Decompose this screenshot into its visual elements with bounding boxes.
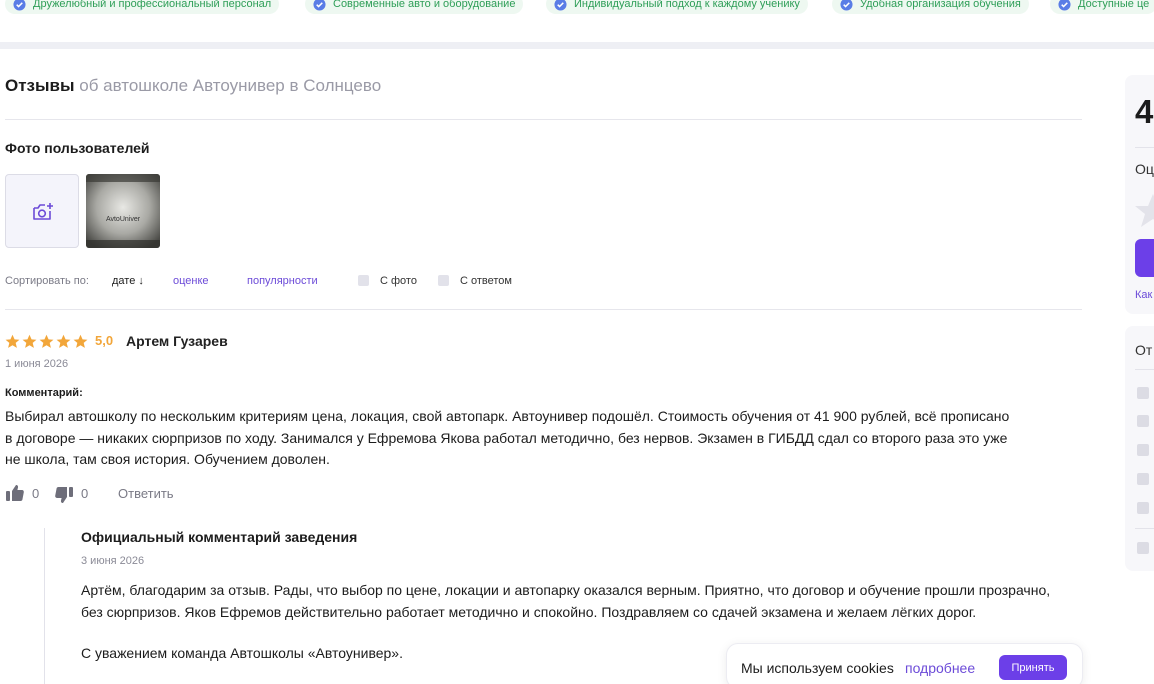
divider — [5, 309, 1082, 310]
filter-checkbox[interactable] — [1137, 415, 1149, 427]
answer-text-line: без сюрпризов. Яков Ефремов действительн… — [81, 603, 977, 620]
feature-label: Современные авто и оборудование — [333, 0, 516, 10]
page-title-strong: Отзывы — [5, 76, 75, 95]
official-answer-text: Артём, благодарим за отзыв. Рады, что вы… — [81, 580, 1081, 623]
star-icon — [22, 334, 37, 348]
review-filter-card: От — [1125, 326, 1154, 571]
sort-by-date[interactable]: дате ↓ — [112, 275, 144, 287]
check-badge-icon — [13, 0, 26, 11]
rating-summary-card: 4 Оц Как — [1125, 75, 1154, 314]
review-text-line: Выбирал автошколу по нескольким критерия… — [5, 408, 1010, 424]
star-icon — [39, 334, 54, 348]
comment-label: Комментарий: — [5, 387, 83, 399]
add-photo-button[interactable] — [5, 174, 79, 248]
filter-checkbox[interactable] — [1137, 542, 1149, 554]
check-badge-icon — [313, 0, 326, 11]
camera-plus-icon — [33, 203, 53, 220]
divider — [5, 119, 1082, 120]
cookie-text: Мы используем cookies — [741, 660, 894, 676]
filter-checkbox[interactable] — [1137, 473, 1149, 485]
with-photo-label[interactable]: С фото — [380, 275, 417, 287]
thumbs-up-icon[interactable] — [5, 484, 25, 502]
feature-label: Удобная организация обучения — [860, 0, 1021, 10]
review-date: 1 июня 2026 — [5, 358, 69, 370]
sort-by-popularity[interactable]: популярности — [247, 275, 318, 287]
page-title: Отзывы об автошколе Автоунивер в Солнцев… — [5, 76, 381, 96]
user-photos-title: Фото пользователей — [5, 140, 150, 156]
filter-checkbox[interactable] — [1137, 502, 1149, 514]
feature-chip: Дружелюбный и профессиональный персонал — [5, 0, 280, 14]
review-text: Выбирал автошколу по нескольким критерия… — [5, 406, 1065, 471]
feature-chip: Доступные це — [1050, 0, 1154, 14]
rate-label: Оц — [1135, 161, 1154, 177]
star-icon — [73, 334, 88, 348]
sort-by-rating[interactable]: оценке — [173, 275, 209, 287]
cookie-banner: Мы используем cookies подробнее Принять — [726, 643, 1083, 684]
review-text-line: не школа, там своя история. Обучением до… — [5, 451, 330, 468]
section-divider — [0, 42, 1154, 49]
overall-score: 4 — [1135, 93, 1154, 130]
answer-thread-line — [44, 528, 45, 684]
star-rating-input-icon[interactable] — [1133, 192, 1154, 230]
check-badge-icon — [1058, 0, 1071, 11]
feature-chip: Удобная организация обучения — [832, 0, 1029, 14]
review-score: 5,0 — [95, 333, 114, 348]
write-review-button[interactable] — [1135, 239, 1154, 277]
star-icon — [56, 334, 71, 348]
photo-image: AvtoUniver — [86, 174, 160, 248]
check-badge-icon — [840, 0, 853, 11]
filter-title: От — [1135, 342, 1153, 358]
sort-label: Сортировать по: — [5, 275, 89, 287]
with-photo-checkbox[interactable] — [358, 275, 369, 286]
feature-label: Индивидуальный подход к каждому ученику — [574, 0, 800, 10]
filter-checkbox[interactable] — [1137, 387, 1149, 399]
thumbs-down-icon[interactable] — [54, 486, 74, 504]
photo-sign-text: AvtoUniver — [106, 216, 141, 223]
features-strip: Дружелюбный и профессиональный персонал … — [0, 0, 1154, 42]
review-text-line: в договоре — никаких сюрпризов по ходу. … — [5, 429, 1008, 446]
divider — [1135, 528, 1154, 529]
with-answer-checkbox[interactable] — [438, 275, 449, 286]
feature-chip: Индивидуальный подход к каждому ученику — [546, 0, 808, 14]
official-answer-date: 3 июня 2026 — [81, 555, 145, 567]
dislike-count: 0 — [81, 486, 89, 501]
answer-text-line: Артём, благодарим за отзыв. Рады, что вы… — [81, 582, 1051, 598]
how-rating-link[interactable]: Как — [1135, 289, 1152, 301]
official-answer-title: Официальный комментарий заведения — [81, 529, 358, 545]
feature-label: Дружелюбный и профессиональный персонал — [33, 0, 272, 10]
reply-button[interactable]: Ответить — [118, 486, 174, 501]
like-count: 0 — [32, 486, 40, 501]
filter-checkbox[interactable] — [1137, 444, 1149, 456]
divider — [1135, 147, 1154, 148]
star-icon — [5, 334, 20, 348]
with-answer-label[interactable]: С ответом — [460, 275, 512, 287]
check-badge-icon — [554, 0, 567, 11]
feature-label: Доступные це — [1078, 0, 1150, 10]
official-answer-signature: С уважением команда Автошколы «Автоуниве… — [81, 645, 403, 661]
cookie-accept-button[interactable]: Принять — [999, 655, 1067, 680]
user-photo-thumbnail[interactable]: AvtoUniver — [86, 174, 160, 248]
divider — [1135, 369, 1154, 370]
review-author: Артем Гузарев — [126, 333, 228, 349]
cookie-more-link[interactable]: подробнее — [905, 660, 975, 676]
feature-chip: Современные авто и оборудование — [305, 0, 524, 14]
page-title-muted: об автошколе Автоунивер в Солнцево — [79, 76, 382, 95]
